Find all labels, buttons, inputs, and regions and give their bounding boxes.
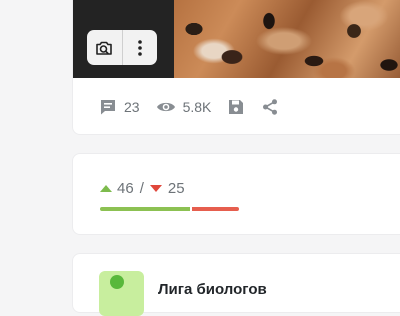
comment-icon <box>101 100 115 115</box>
comments-count: 23 <box>124 99 140 115</box>
downvote-icon[interactable] <box>149 184 162 192</box>
eye-icon <box>156 102 175 112</box>
post-media[interactable] <box>73 0 400 78</box>
share-button[interactable] <box>261 98 279 116</box>
share-icon <box>263 99 278 115</box>
community-name[interactable]: Лига биологов <box>158 281 267 298</box>
upvote-icon[interactable] <box>100 184 112 192</box>
rating-bar <box>100 207 239 211</box>
post-card: 23 5.8K <box>72 0 400 135</box>
more-vertical-icon <box>137 39 142 56</box>
media-controls <box>87 30 157 65</box>
community-card: Лига биологов <box>72 253 400 316</box>
upvote-count: 46 <box>117 179 134 197</box>
community-logo[interactable] <box>99 271 144 316</box>
community-link[interactable]: Лига биологов <box>99 271 267 316</box>
rating-card: 46 / 25 <box>72 153 400 235</box>
downvote-count: 25 <box>167 179 185 197</box>
views-stat: 5.8K <box>156 98 212 116</box>
rating-bar-down <box>192 207 239 211</box>
views-count: 5.8K <box>182 99 212 115</box>
rating-separator: / <box>139 179 144 197</box>
save-button[interactable] <box>227 98 245 116</box>
save-icon <box>229 100 244 114</box>
rating-summary: 46 / 25 <box>100 178 185 198</box>
more-options-button[interactable] <box>122 30 157 65</box>
comments-stat[interactable]: 23 <box>99 98 140 116</box>
post-stats: 23 5.8K <box>99 95 295 119</box>
post-image[interactable] <box>174 0 400 78</box>
camera-search-icon <box>96 41 113 55</box>
rating-bar-up <box>100 207 191 211</box>
camera-search-button[interactable] <box>87 30 122 65</box>
community-logo-mark <box>110 275 124 289</box>
